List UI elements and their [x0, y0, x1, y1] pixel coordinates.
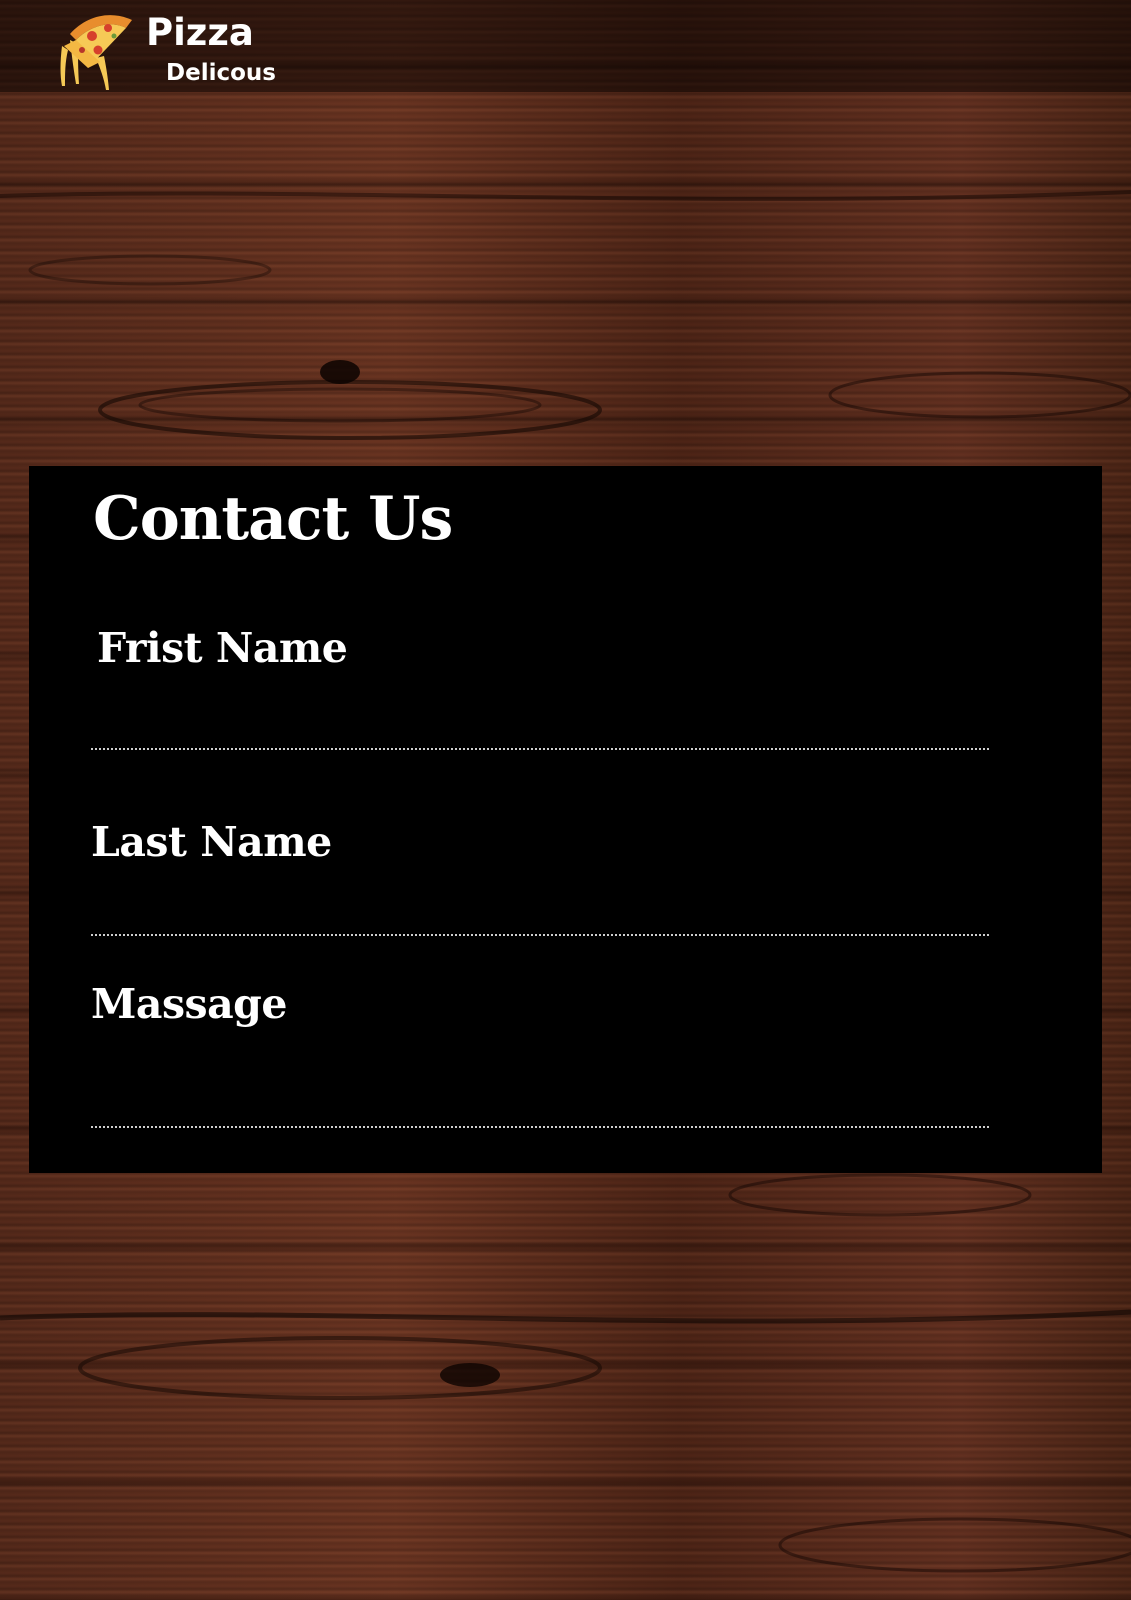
brand-header[interactable]: Pizza Delicous [52, 6, 292, 90]
pizza-slice-icon [60, 15, 132, 90]
first-name-input[interactable] [91, 710, 989, 750]
last-name-field: Last Name [91, 818, 991, 936]
first-name-field: Frist Name [91, 624, 991, 750]
message-field: Massage [91, 980, 991, 1128]
first-name-label: Frist Name [97, 624, 348, 672]
message-label: Massage [91, 980, 287, 1028]
brand-tagline: Delicous [166, 60, 276, 86]
page-title: Contact Us [93, 484, 453, 554]
message-input[interactable] [91, 1088, 989, 1128]
brand-name: Pizza [146, 11, 254, 54]
last-name-input[interactable] [91, 896, 989, 936]
last-name-label: Last Name [91, 818, 332, 866]
contact-form-panel: Contact Us Frist Name Last Name Massage [29, 466, 1102, 1173]
